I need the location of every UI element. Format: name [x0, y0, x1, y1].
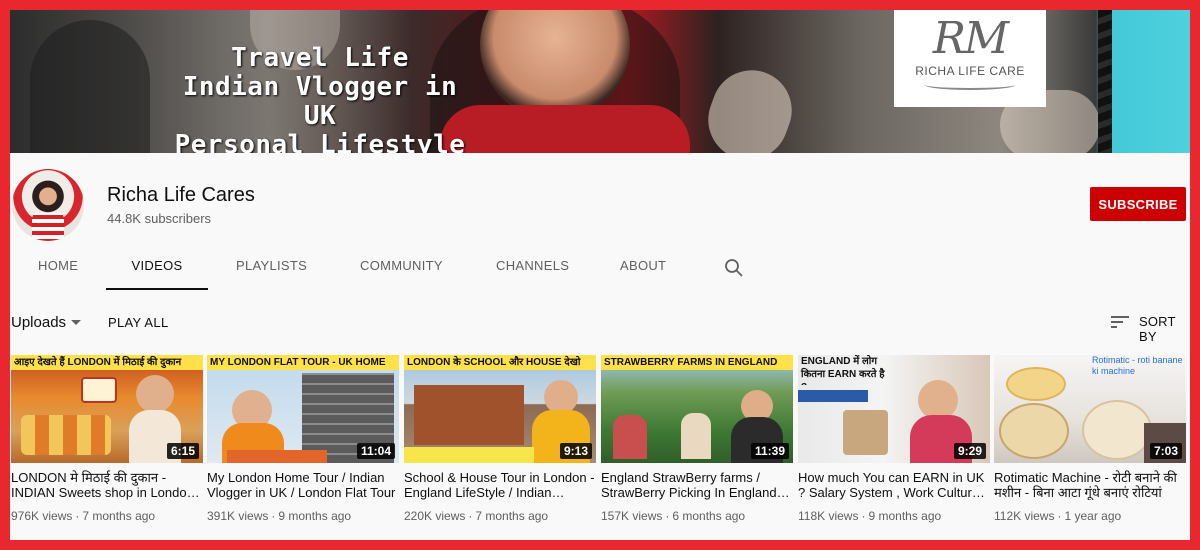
thumbnail-building-shape — [414, 385, 524, 445]
video-duration: 9:29 — [953, 443, 986, 459]
subscriber-count: 44.8K subscribers — [107, 211, 212, 226]
thumbnail-roti-shape — [999, 403, 1069, 459]
video-card[interactable]: STRAWBERRY FARMS IN ENGLAND 11:39 Englan… — [601, 355, 793, 540]
video-card[interactable]: ENGLAND में लोग कितना EARN करते है ? 9:2… — [798, 355, 990, 540]
tab-home[interactable]: HOME — [38, 246, 78, 290]
upload-age: 7 months ago — [465, 509, 548, 523]
channel-logo: RM RICHA LIFE CARE — [894, 10, 1046, 107]
banner-stripe — [1098, 10, 1112, 153]
avatar-shirt-shape — [32, 213, 64, 241]
thumbnail-person-shape — [136, 375, 174, 413]
banner-crowd-shape — [697, 59, 803, 153]
banner-person-shape — [440, 105, 690, 153]
video-thumbnail[interactable]: MY LONDON FLAT TOUR - UK HOME 11:04 — [207, 355, 399, 463]
thumbnail-cash-shape — [843, 410, 888, 455]
thumbnail-person-shape — [681, 413, 711, 459]
thumbnail-person-shape — [918, 380, 958, 420]
play-all-button[interactable]: PLAY ALL — [108, 315, 168, 330]
subscribe-button[interactable]: SUBSCRIBE — [1090, 187, 1186, 221]
sort-icon[interactable] — [1111, 315, 1129, 329]
thumbnail-caption: STRAWBERRY FARMS IN ENGLAND — [601, 355, 793, 370]
banner-line: Indian Vlogger in UK — [182, 72, 458, 131]
video-duration: 9:13 — [559, 443, 592, 459]
video-meta: 112K views1 year ago — [994, 509, 1186, 523]
channel-name: Richa Life Cares — [107, 184, 255, 206]
channel-banner: Travel Life Indian Vlogger in UK Persona… — [10, 10, 1190, 153]
banner-line: Personal Lifestyle — [174, 130, 466, 154]
video-title[interactable]: My London Home Tour / Indian Vlogger in … — [207, 470, 399, 500]
thumbnail-caption: ENGLAND में लोग कितना EARN करते है ? — [801, 356, 885, 385]
channel-tabs: HOME VIDEOS PLAYLISTS COMMUNITY CHANNELS… — [10, 246, 810, 290]
video-card[interactable]: MY LONDON FLAT TOUR - UK HOME 11:04 My L… — [207, 355, 399, 540]
video-title[interactable]: England StrawBerry farms / StrawBerry Pi… — [601, 470, 793, 500]
thumbnail-caption: MY LONDON FLAT TOUR - UK HOME — [207, 355, 399, 370]
video-meta: 220K views7 months ago — [404, 509, 596, 523]
tab-videos[interactable]: VIDEOS — [106, 246, 208, 290]
video-meta: 391K views9 months ago — [207, 509, 399, 523]
view-count: 157K views — [601, 509, 663, 523]
video-thumbnail[interactable]: STRAWBERRY FARMS IN ENGLAND 11:39 — [601, 355, 793, 463]
thumbnail-roti-shape — [1082, 400, 1152, 460]
thumbnail-label-shape — [798, 390, 868, 402]
videos-section: Uploads PLAY ALL SORT BY आइए देखते हैं L… — [10, 290, 1190, 540]
logo-text: RICHA LIFE CARE — [915, 64, 1025, 78]
view-count: 391K views — [207, 509, 269, 523]
video-meta: 157K views6 months ago — [601, 509, 793, 523]
view-count: 118K views — [798, 509, 859, 523]
view-count: 220K views — [404, 509, 466, 523]
thumbnail-sign-shape — [81, 377, 117, 403]
video-thumbnail[interactable]: LONDON के SCHOOL और HOUSE देखो 9:13 — [404, 355, 596, 463]
sort-by-button[interactable]: SORT BY — [1139, 314, 1190, 344]
banner-title: Travel Life Indian Vlogger in UK Persona… — [165, 43, 475, 154]
video-thumbnail[interactable]: Rotimatic - roti banane ki machine 7:03 — [994, 355, 1186, 463]
thumbnail-person-shape — [544, 380, 578, 414]
video-thumbnail[interactable]: आइए देखते हैं LONDON में मिठाई की दुकान … — [11, 355, 203, 463]
thumbnail-caption-bar — [227, 450, 327, 463]
uploads-dropdown[interactable]: Uploads — [11, 314, 66, 331]
channel-header: Richa Life Cares 44.8K subscribers SUBSC… — [10, 153, 1190, 290]
video-thumbnail[interactable]: ENGLAND में लोग कितना EARN करते है ? 9:2… — [798, 355, 990, 463]
thumbnail-caption-bar — [404, 447, 534, 463]
logo-mark: RM — [932, 13, 1009, 64]
avatar[interactable] — [12, 169, 84, 241]
upload-age: 9 months ago — [858, 509, 941, 523]
video-title[interactable]: How much You can EARN in UK ? Salary Sys… — [798, 470, 990, 500]
thumbnail-caption: LONDON के SCHOOL और HOUSE देखो — [404, 355, 596, 370]
caret-down-icon[interactable] — [71, 320, 81, 325]
video-duration: 6:15 — [166, 443, 199, 459]
thumbnail-person-shape — [613, 415, 647, 459]
view-count: 976K views — [11, 509, 73, 523]
tab-playlists[interactable]: PLAYLISTS — [236, 246, 307, 290]
logo-swoosh — [925, 80, 1015, 90]
video-meta: 118K views9 months ago — [798, 509, 990, 523]
video-duration: 11:04 — [356, 443, 395, 459]
video-duration: 7:03 — [1149, 443, 1182, 459]
upload-age: 7 months ago — [72, 509, 155, 523]
video-duration: 11:39 — [750, 443, 789, 459]
thumbnail-caption: आइए देखते हैं LONDON में मिठाई की दुकान — [11, 355, 203, 370]
tab-community[interactable]: COMMUNITY — [360, 246, 443, 290]
search-icon[interactable] — [724, 258, 744, 278]
video-title[interactable]: School & House Tour in London - England … — [404, 470, 596, 500]
upload-age: 6 months ago — [662, 509, 745, 523]
tab-channels[interactable]: CHANNELS — [496, 246, 569, 290]
banner-line: Travel Life — [231, 43, 409, 73]
video-meta: 976K views7 months ago — [11, 509, 203, 523]
tab-about[interactable]: ABOUT — [620, 246, 666, 290]
video-title[interactable]: LONDON मे मिठाई की दुकान - INDIAN Sweets… — [11, 470, 203, 500]
channel-page: Travel Life Indian Vlogger in UK Persona… — [10, 10, 1190, 540]
thumbnail-caption: Rotimatic - roti banane ki machine — [1092, 355, 1183, 376]
video-card[interactable]: आइए देखते हैं LONDON में मिठाई की दुकान … — [11, 355, 203, 540]
upload-age: 9 months ago — [268, 509, 351, 523]
video-card[interactable]: LONDON के SCHOOL और HOUSE देखो 9:13 Scho… — [404, 355, 596, 540]
video-card[interactable]: Rotimatic - roti banane ki machine 7:03 … — [994, 355, 1186, 540]
video-title[interactable]: Rotimatic Machine - रोटी बनाने की मशीन -… — [994, 470, 1186, 500]
banner-crowd-shape — [30, 20, 150, 153]
upload-age: 1 year ago — [1054, 509, 1121, 523]
view-count: 112K views — [994, 509, 1055, 523]
thumbnail-roti-shape — [1006, 367, 1066, 401]
thumbnail-sweets-shape — [21, 415, 111, 455]
